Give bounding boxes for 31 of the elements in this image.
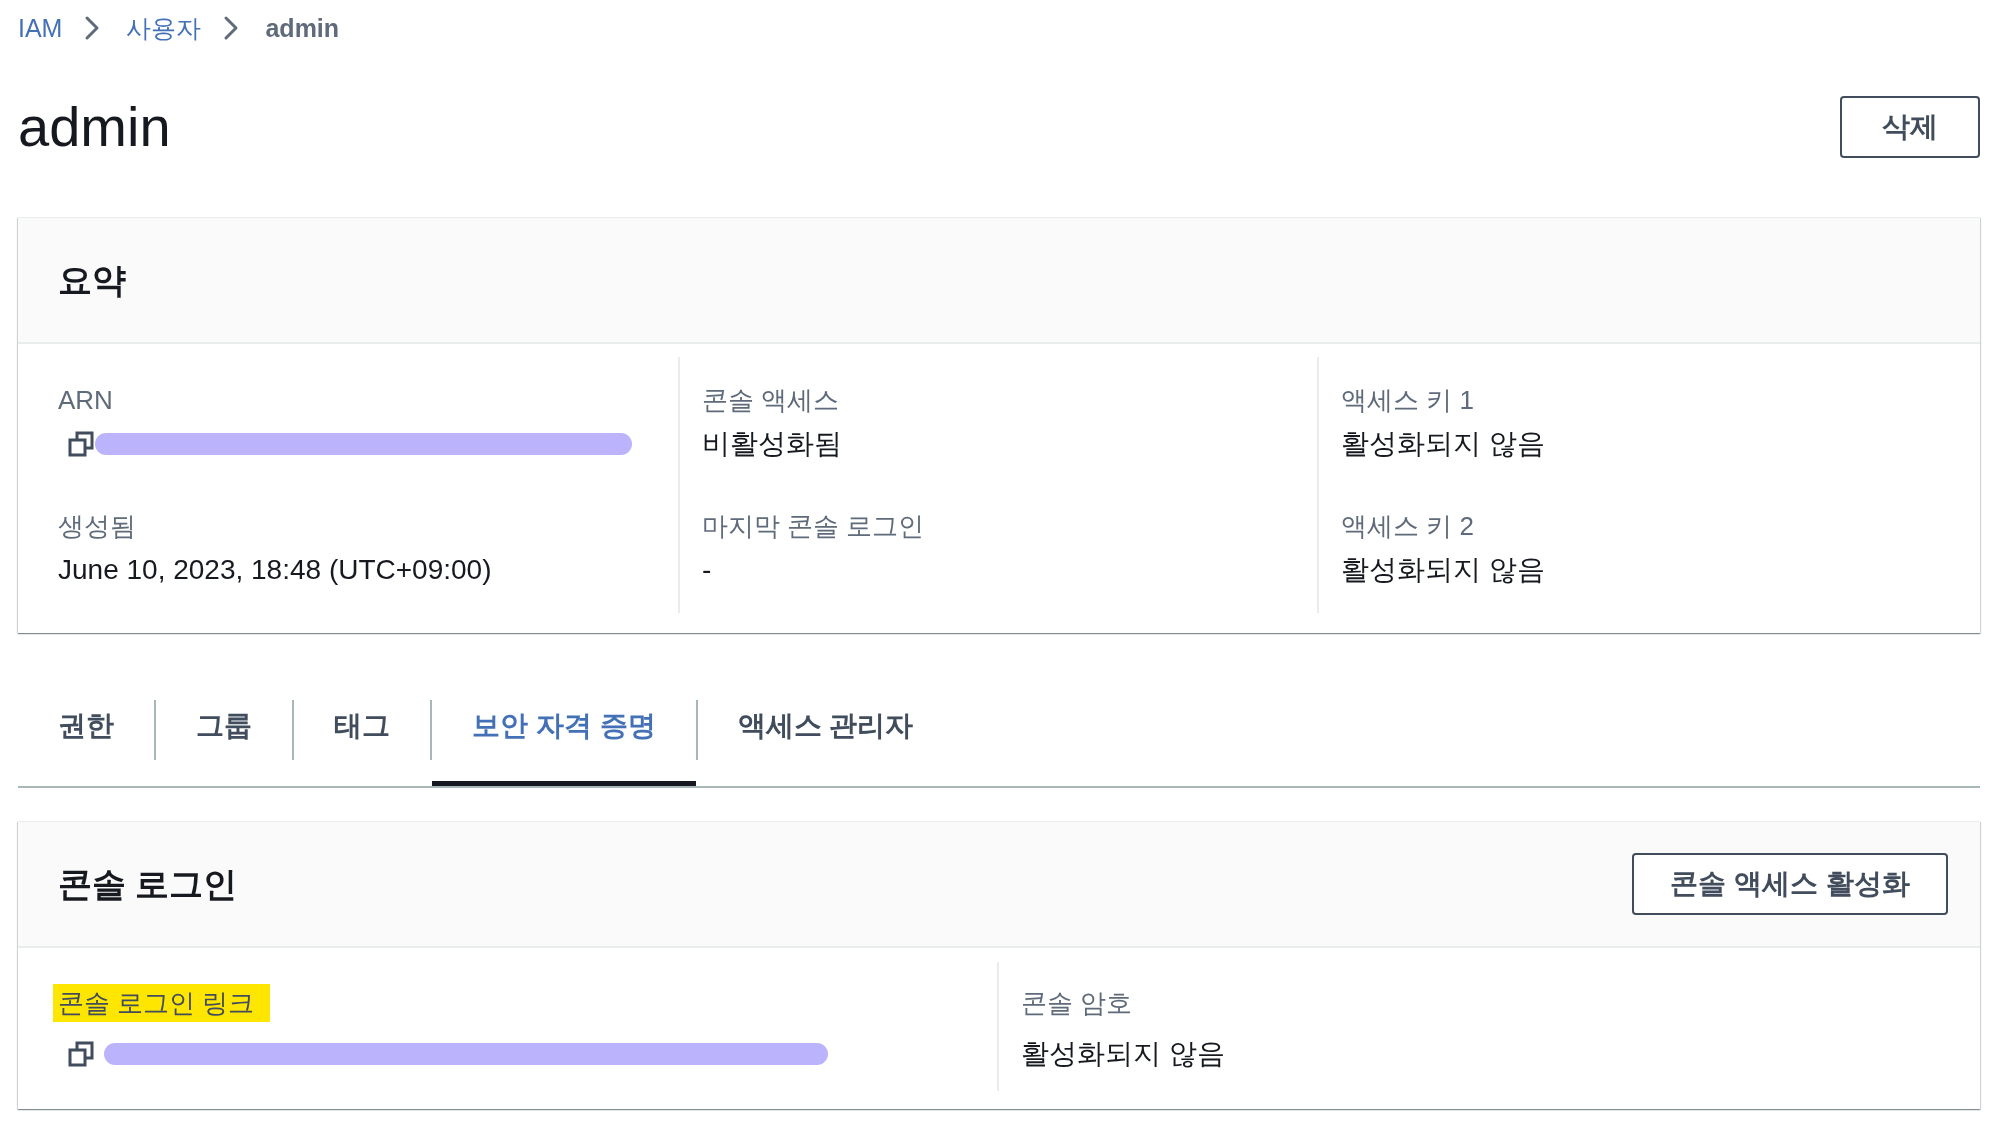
delete-button[interactable]: 삭제 <box>1840 96 1980 158</box>
copy-icon[interactable] <box>68 431 94 457</box>
field-value: 활성화되지 않음 <box>1341 427 1545 461</box>
field-label: 콘솔 액세스 <box>702 384 840 417</box>
field-label: 콘솔 암호 <box>1021 987 1133 1020</box>
copy-icon[interactable] <box>68 1041 94 1067</box>
field-label: 액세스 키 1 <box>1341 384 1474 417</box>
field-label: 마지막 콘솔 로그인 <box>702 510 925 543</box>
chevron-right-icon <box>223 15 240 41</box>
console-access-button[interactable]: 콘솔 액세스 활성화 <box>1632 853 1948 915</box>
chevron-right-icon <box>84 15 101 41</box>
section-title: 콘솔 로그인 <box>58 864 238 905</box>
field-value: 비활성화됨 <box>702 427 842 461</box>
breadcrumb-current: admin <box>265 13 340 44</box>
breadcrumb-link[interactable]: IAM <box>18 10 63 46</box>
field-label: 액세스 키 2 <box>1341 510 1474 543</box>
breadcrumb-link[interactable]: 사용자 <box>126 10 202 46</box>
tab[interactable]: 태그 <box>294 690 430 786</box>
section-title: 요약 <box>58 260 126 301</box>
tab[interactable]: 권한 <box>18 690 154 786</box>
tab[interactable]: 그룹 <box>156 690 292 786</box>
tab[interactable]: 보안 자격 증명 <box>432 690 696 786</box>
field-label: ARN <box>58 384 113 417</box>
field-value: - <box>702 553 712 587</box>
tab[interactable]: 액세스 관리자 <box>697 690 954 786</box>
field-value: 활성화되지 않음 <box>1021 1037 1225 1071</box>
field-value: June 10, 2023, 18:48 (UTC+09:00) <box>58 553 492 587</box>
field-label: 생성됨 <box>58 510 136 543</box>
page-title: admin <box>18 96 171 158</box>
field-value: 활성화되지 않음 <box>1341 553 1545 587</box>
field-label: 콘솔 로그인 링크 <box>53 984 271 1022</box>
